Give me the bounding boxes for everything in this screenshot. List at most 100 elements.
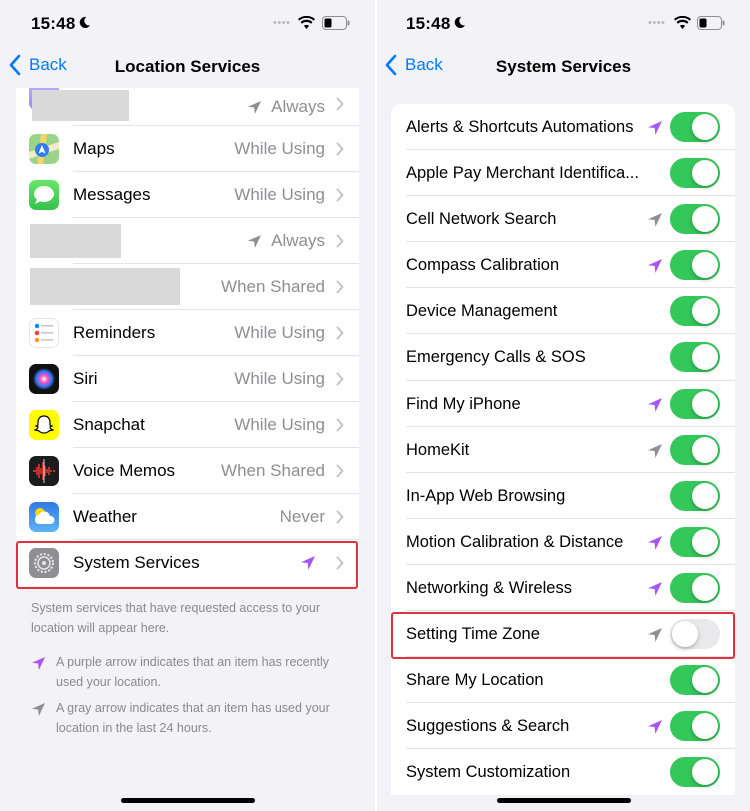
chevron-right-icon [336, 97, 344, 111]
toggle-knob [692, 160, 718, 187]
system-services-screen: 15:48 •••• Back System Services Alerts &… [377, 0, 750, 811]
service-row[interactable]: HomeKit [391, 427, 735, 473]
service-row[interactable]: Setting Time Zone [391, 611, 735, 658]
toggle-knob [672, 621, 698, 648]
service-toggle[interactable] [670, 619, 720, 650]
service-toggle[interactable] [670, 757, 720, 788]
service-row[interactable]: Apple Pay Merchant Identifica... [391, 150, 735, 197]
app-row-redacted[interactable]: Always [16, 88, 359, 126]
chevron-right-icon [336, 188, 344, 202]
service-toggle[interactable] [670, 526, 720, 557]
toggle-knob [692, 344, 718, 371]
service-name: Device Management [406, 302, 558, 321]
app-row-reminders[interactable]: Reminders While Using [16, 310, 359, 356]
location-arrow-purple-icon [648, 121, 662, 135]
service-name: Share My Location [406, 671, 544, 690]
service-toggle[interactable] [670, 572, 720, 603]
chevron-right-icon [336, 142, 344, 156]
service-toggle[interactable] [670, 388, 720, 419]
location-arrow-gray-icon [248, 234, 262, 248]
page-title: System Services [495, 57, 632, 76]
service-row[interactable]: Alerts & Shortcuts Automations [391, 104, 735, 151]
app-name: Maps [73, 139, 115, 158]
location-arrow-purple-icon [648, 535, 662, 550]
service-toggle[interactable] [670, 665, 720, 696]
toggle-knob [692, 252, 718, 279]
home-indicator [497, 798, 631, 803]
app-row-weather[interactable]: Weather Never [16, 494, 359, 540]
messages-icon [29, 180, 59, 210]
app-status: Never [279, 507, 325, 526]
service-name: Compass Calibration [406, 256, 560, 275]
system-services-row[interactable]: System Services [16, 540, 359, 586]
service-row[interactable]: Emergency Calls & SOS [391, 334, 735, 381]
reminders-icon [29, 318, 59, 348]
service-row[interactable]: Cell Network Search [391, 196, 735, 243]
location-arrow-purple-icon [301, 556, 315, 570]
weather-icon [29, 502, 59, 532]
legend-purple-text: A purple arrow indicates that an item ha… [56, 655, 330, 689]
service-row[interactable]: In-App Web Browsing [391, 473, 735, 519]
app-status: While Using [234, 139, 325, 158]
service-name: Networking & Wireless [406, 578, 572, 597]
app-name: Weather [73, 507, 137, 526]
app-row-snapchat[interactable]: Snapchat While Using [16, 402, 359, 448]
app-status [300, 555, 325, 571]
location-arrow-gray-icon [648, 443, 662, 458]
chevron-right-icon [336, 418, 344, 432]
battery-icon [697, 16, 725, 30]
chevron-right-icon [336, 510, 344, 524]
app-row-maps[interactable]: Maps While Using [16, 126, 359, 172]
wifi-icon [674, 16, 691, 29]
footnote-text: System services that have requested acce… [31, 601, 321, 635]
service-toggle[interactable] [670, 296, 720, 327]
app-name: Reminders [73, 323, 156, 342]
toggle-knob [692, 528, 718, 555]
service-toggle[interactable] [670, 711, 720, 742]
app-row-siri[interactable]: Siri While Using [16, 356, 359, 402]
app-status: While Using [234, 323, 325, 342]
service-toggle[interactable] [670, 250, 720, 281]
app-row-voice-memos[interactable]: Voice Memos When Shared [16, 448, 359, 494]
location-arrow-purple-icon [648, 397, 662, 412]
location-arrow-purple-icon [648, 720, 662, 735]
location-arrow-gray-icon [31, 702, 46, 716]
service-toggle[interactable] [670, 204, 720, 235]
service-row[interactable]: Find My iPhone [391, 381, 735, 427]
siri-icon [29, 364, 59, 394]
service-row[interactable]: Networking & Wireless [391, 565, 735, 612]
service-toggle[interactable] [670, 434, 720, 465]
no-signal-icon: •••• [273, 17, 291, 29]
legend-purple: A purple arrow indicates that an item ha… [31, 652, 351, 692]
toggle-knob [692, 713, 718, 740]
wifi-icon [298, 16, 315, 29]
home-indicator [121, 798, 255, 803]
snapchat-icon [29, 410, 59, 440]
app-status: While Using [234, 415, 325, 434]
service-row[interactable]: System Customization [391, 749, 735, 795]
app-name: Snapchat [73, 415, 145, 434]
service-toggle[interactable] [670, 480, 720, 511]
service-row[interactable]: Motion Calibration & Distance [391, 519, 735, 565]
service-name: Apple Pay Merchant Identifica... [406, 164, 639, 183]
app-row-messages[interactable]: Messages While Using [16, 172, 359, 218]
app-row-redacted[interactable]: Always [16, 218, 359, 264]
service-row[interactable]: Share My Location [391, 657, 735, 704]
service-row[interactable]: Suggestions & Search [391, 703, 735, 750]
location-arrow-purple-icon [648, 259, 662, 274]
redacted-app-icon [30, 268, 180, 305]
service-name: Cell Network Search [406, 210, 557, 229]
service-toggle[interactable] [670, 112, 720, 142]
service-row[interactable]: Device Management [391, 288, 735, 335]
service-toggle[interactable] [670, 342, 720, 373]
service-row[interactable]: Compass Calibration [391, 242, 735, 289]
service-name: In-App Web Browsing [406, 486, 566, 505]
app-row-redacted[interactable]: When Shared [16, 264, 359, 310]
legend-gray-text: A gray arrow indicates that an item has … [56, 701, 330, 735]
settings-gear-icon [29, 548, 59, 578]
app-status: Always [247, 231, 325, 251]
service-toggle[interactable] [670, 158, 720, 189]
app-name: Siri [73, 369, 98, 388]
app-status: Always [247, 97, 325, 117]
app-location-list: Always Maps While Using Messages While U… [16, 88, 359, 586]
